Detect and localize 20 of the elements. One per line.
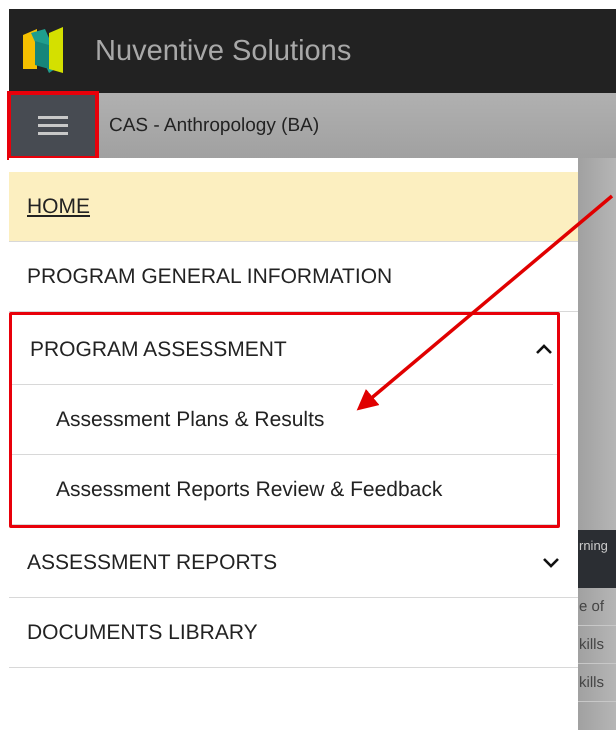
header-text: rning [579,538,608,553]
menu-item[interactable]: HOME [9,172,578,242]
menu-item[interactable]: ASSESSMENT REPORTS [9,528,578,598]
menu-button[interactable] [9,93,97,158]
menu-label: HOME [27,194,90,218]
table-cell: e of [578,588,616,626]
menu-label: PROGRAM ASSESSMENT [30,338,287,362]
menu-icon [38,114,68,136]
chevron-up-icon [535,344,553,355]
submenu-item[interactable]: Assessment Reports Review & Feedback [12,455,557,525]
menu-label: PROGRAM GENERAL INFORMATION [27,264,392,288]
chevron-down-icon [542,557,560,568]
table-cell: kills [578,664,616,702]
app-title: Nuventive Solutions [95,34,352,68]
program-name: CAS - Anthropology (BA) [109,114,320,136]
menu-item[interactable]: PROGRAM ASSESSMENT [12,315,553,385]
submenu-item[interactable]: Assessment Plans & Results [12,385,557,455]
menu-label: DOCUMENTS LIBRARY [27,620,258,644]
menu-label: ASSESSMENT REPORTS [27,550,278,574]
table-cell: kills [578,626,616,664]
